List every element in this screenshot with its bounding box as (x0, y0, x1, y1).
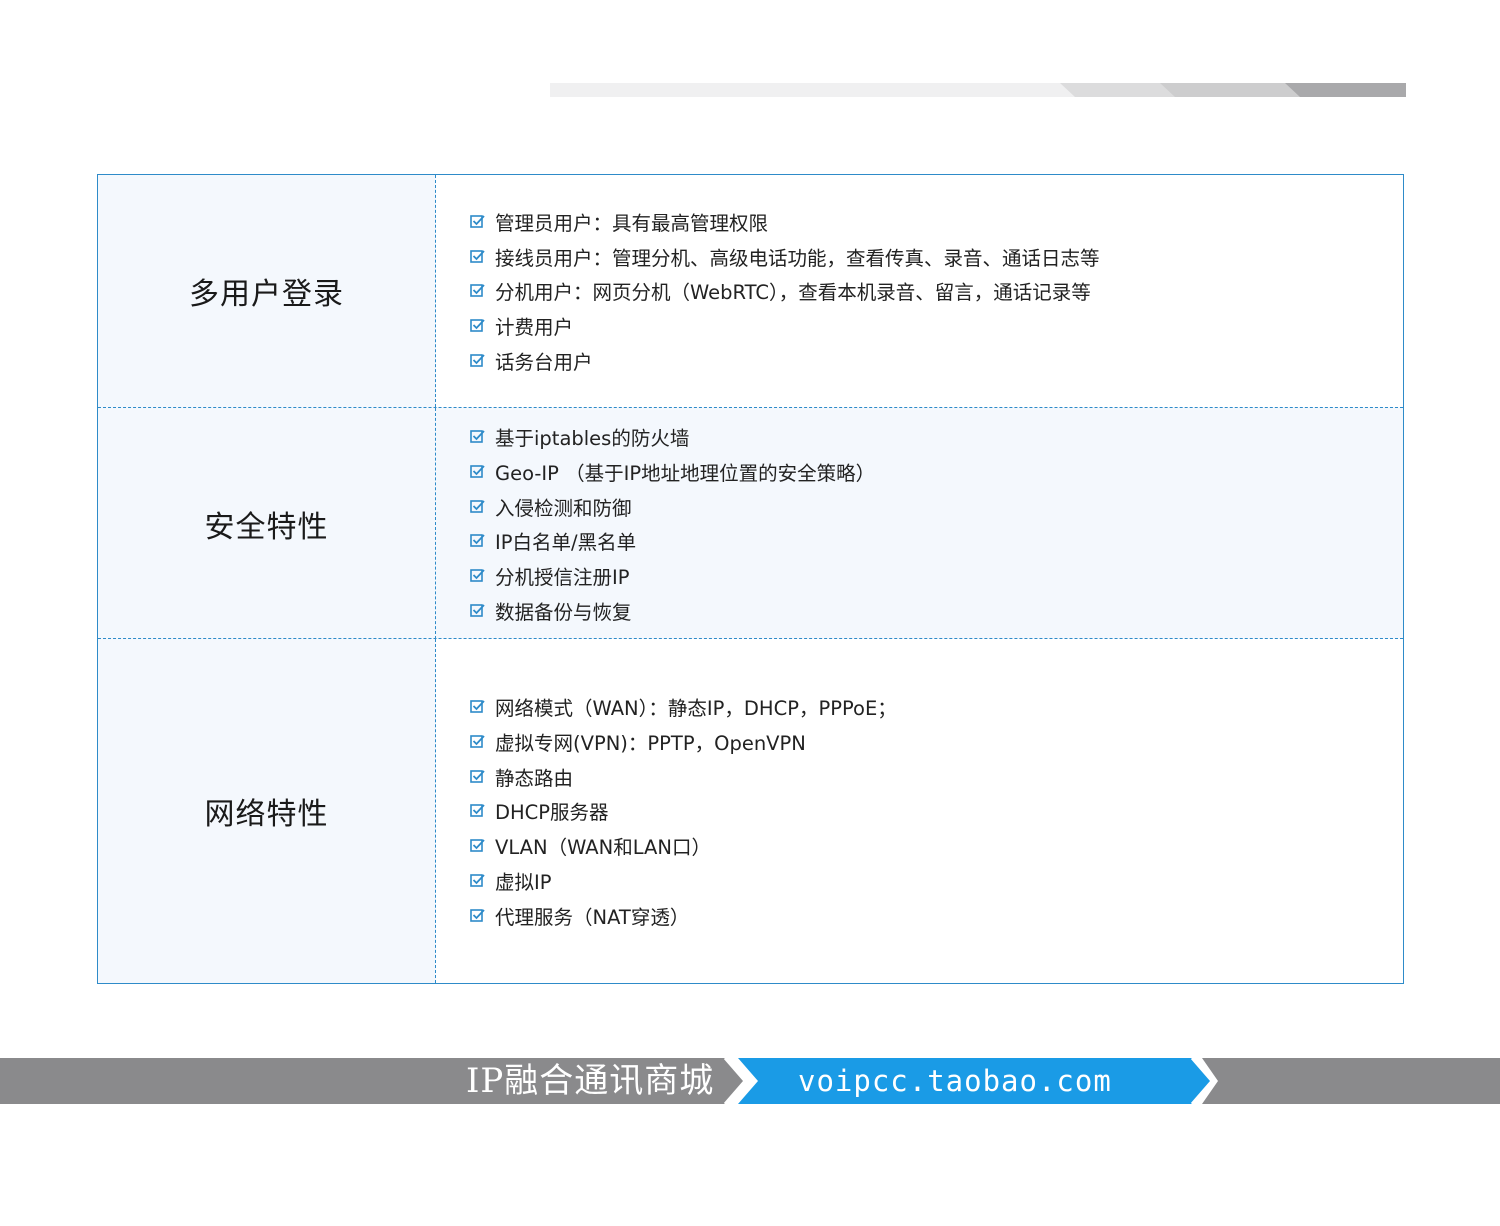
checkbox-checked-icon (470, 568, 485, 583)
list-item: 网络模式（WAN）：静态IP，DHCP，PPPoE； (470, 689, 1403, 724)
footer-banner-shapes (0, 1058, 1500, 1104)
list-item: Geo-IP （基于IP地址地理位置的安全策略） (470, 454, 1403, 489)
list-item-text: 接线员用户：管理分机、高级电话功能，查看传真、录音、通话日志等 (495, 246, 1100, 270)
list-item-text: VLAN（WAN和LAN口） (495, 836, 711, 860)
list-item-text: 分机授信注册IP (495, 566, 630, 590)
list-item-text: 分机用户：网页分机（WebRTC），查看本机录音、留言，通话记录等 (495, 281, 1091, 305)
list-item: VLAN（WAN和LAN口） (470, 828, 1403, 863)
list-item: 分机授信注册IP (470, 558, 1403, 593)
section-items: 网络模式（WAN）：静态IP，DHCP，PPPoE； 虚拟专网(VPN)：PPT… (437, 639, 1403, 983)
list-item-text: 基于iptables的防火墙 (495, 427, 690, 450)
decorative-top-bar (550, 83, 1406, 97)
list-item: 基于iptables的防火墙 (470, 419, 1403, 454)
list-item-text: IP白名单/黑名单 (495, 531, 637, 555)
checkbox-checked-icon (470, 353, 485, 368)
list-item-text: 静态路由 (495, 766, 574, 790)
section-items: 基于iptables的防火墙 Geo-IP （基于IP地址地理位置的安全策略） … (437, 408, 1403, 639)
list-item: 管理员用户：具有最高管理权限 (470, 204, 1403, 239)
list-item-text: 虚拟IP (495, 871, 552, 895)
list-item-text: 入侵检测和防御 (495, 496, 632, 520)
list-item-text: Geo-IP （基于IP地址地理位置的安全策略） (495, 461, 876, 485)
section-title: 多用户登录 (189, 277, 344, 312)
checkbox-checked-icon (470, 908, 485, 923)
list-item-text: 虚拟专网(VPN)：PPTP，OpenVPN (495, 731, 806, 755)
list-item-text: 代理服务（NAT穿透） (495, 905, 690, 929)
checkbox-checked-icon (470, 838, 485, 853)
list-item: 计费用户 (470, 308, 1403, 343)
checkbox-checked-icon (470, 769, 485, 784)
checkbox-checked-icon (470, 803, 485, 818)
list-item: 话务台用户 (470, 343, 1403, 378)
section-items: 管理员用户：具有最高管理权限 接线员用户：管理分机、高级电话功能，查看传真、录音… (437, 175, 1403, 407)
list-item: 虚拟专网(VPN)：PPTP，OpenVPN (470, 724, 1403, 759)
list-item: 代理服务（NAT穿透） (470, 898, 1403, 933)
list-item-text: 计费用户 (495, 316, 574, 340)
checkbox-checked-icon (470, 429, 485, 444)
list-item-text: 数据备份与恢复 (495, 600, 632, 624)
list-item: 入侵检测和防御 (470, 489, 1403, 524)
section-title-cell: 网络特性 (98, 639, 436, 983)
section-title-cell: 多用户登录 (98, 175, 436, 407)
list-item: IP白名单/黑名单 (470, 524, 1403, 559)
checkbox-checked-icon (470, 464, 485, 479)
checkbox-checked-icon (470, 699, 485, 714)
list-item-text: 话务台用户 (495, 351, 593, 375)
list-item: 虚拟IP (470, 863, 1403, 898)
feature-table: 多用户登录 管理员用户：具有最高管理权限 接线员用户：管理分机、高级电话功能，查… (97, 174, 1404, 984)
list-item: 静态路由 (470, 759, 1403, 794)
checkbox-checked-icon (470, 734, 485, 749)
list-item-text: 管理员用户：具有最高管理权限 (495, 211, 769, 235)
list-item: 数据备份与恢复 (470, 593, 1403, 628)
checkbox-checked-icon (470, 283, 485, 298)
section-security: 安全特性 基于iptables的防火墙 Geo-IP （基于IP地址地理位置的安… (98, 407, 1403, 639)
list-item: DHCP服务器 (470, 794, 1403, 829)
section-network: 网络特性 网络模式（WAN）：静态IP，DHCP，PPPoE； 虚拟专网(VPN… (98, 638, 1403, 983)
checkbox-checked-icon (470, 873, 485, 888)
list-item: 分机用户：网页分机（WebRTC），查看本机录音、留言，通话记录等 (470, 274, 1403, 309)
store-url[interactable]: voipcc.taobao.com (798, 1060, 1112, 1102)
section-multi-user: 多用户登录 管理员用户：具有最高管理权限 接线员用户：管理分机、高级电话功能，查… (98, 175, 1403, 407)
list-item-text: DHCP服务器 (495, 801, 609, 825)
list-item: 接线员用户：管理分机、高级电话功能，查看传真、录音、通话日志等 (470, 239, 1403, 274)
checkbox-checked-icon (470, 499, 485, 514)
section-title: 安全特性 (204, 509, 329, 545)
checkbox-checked-icon (470, 249, 485, 264)
checkbox-checked-icon (470, 318, 485, 333)
list-item-text: 网络模式（WAN）：静态IP，DHCP，PPPoE； (495, 697, 897, 721)
checkbox-checked-icon (470, 214, 485, 229)
section-title-cell: 安全特性 (98, 408, 436, 639)
checkbox-checked-icon (470, 533, 485, 548)
checkbox-checked-icon (470, 603, 485, 618)
section-title: 网络特性 (204, 797, 329, 832)
store-name: IP融合通讯商城 (466, 1061, 715, 1101)
footer-banner: IP融合通讯商城 voipcc.taobao.com (0, 1058, 1500, 1104)
